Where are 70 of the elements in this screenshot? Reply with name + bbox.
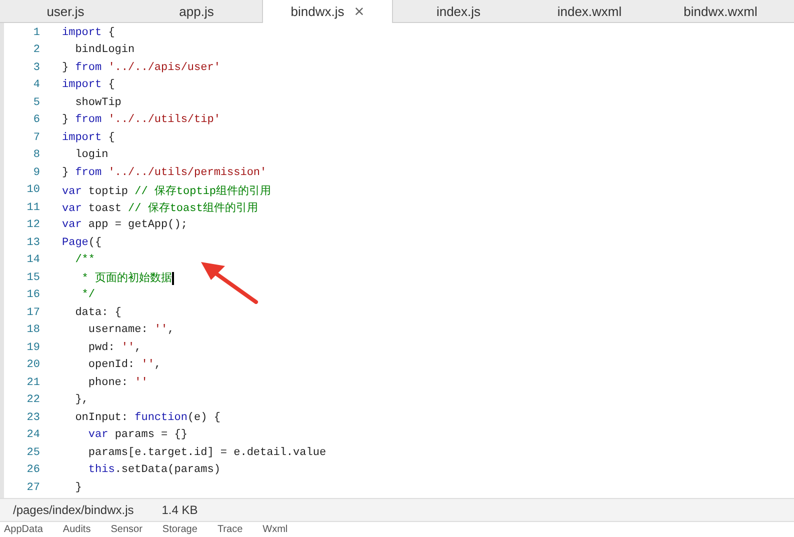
code-line: data: { <box>74 306 122 319</box>
code-line: }, <box>74 394 88 406</box>
panel-tab[interactable]: Trace <box>217 524 243 535</box>
code-line: var toast // 保存toast组件的引用 <box>62 201 258 216</box>
line-number: 16 <box>26 289 40 302</box>
code-line: onInput: function(e) { <box>74 412 220 424</box>
close-icon[interactable]: × <box>354 3 364 20</box>
line-number: 7 <box>32 132 40 144</box>
code-line: */ <box>80 289 96 302</box>
line-number: 24 <box>26 429 40 442</box>
code-line: } from '../../utils/permission' <box>62 166 267 179</box>
panel-tab[interactable]: AppData <box>4 524 43 535</box>
text-cursor <box>172 272 174 285</box>
line-number: 27 <box>26 482 40 494</box>
code-line: } from '../../apis/user' <box>62 62 220 74</box>
file-size: 1.4 KB <box>162 503 198 517</box>
line-number: 12 <box>26 219 40 232</box>
line-number: 15 <box>26 272 40 284</box>
code-line: username: '', <box>87 324 174 336</box>
line-number: 20 <box>26 359 40 372</box>
code-line: var toptip // 保存toptip组件的引用 <box>62 184 272 198</box>
code-line: import { <box>62 79 115 92</box>
panel-tab[interactable]: Wxml <box>262 524 288 535</box>
line-number: 19 <box>26 342 40 354</box>
code-line: import { <box>62 132 115 144</box>
code-line: params[e.target.id] = e.detail.value <box>87 446 326 459</box>
line-number: 8 <box>32 149 40 162</box>
line-number: 17 <box>26 306 40 319</box>
file-tab[interactable]: bindwx.js × <box>262 0 393 23</box>
line-number: 1 <box>32 26 40 39</box>
code-line: phone: '' <box>87 376 148 389</box>
code-line: /** <box>74 254 96 266</box>
panel-tab[interactable]: Storage <box>162 524 198 535</box>
code-line: Page({ <box>62 236 102 249</box>
code-line: } from '../../utils/tip' <box>62 114 220 126</box>
file-tab[interactable]: index.js <box>393 0 524 22</box>
line-number: 5 <box>32 96 40 109</box>
file-tab[interactable]: bindwx.wxml <box>655 0 786 22</box>
code-line: import { <box>62 26 115 39</box>
file-tab[interactable]: user.js <box>0 0 131 22</box>
line-number: 18 <box>26 324 40 336</box>
line-number: 10 <box>26 184 40 196</box>
line-number: 9 <box>32 166 40 179</box>
code-line: var params = {} <box>87 429 188 442</box>
code-line: this.setData(params) <box>87 464 220 476</box>
code-line: * 页面的初始数据 <box>80 270 174 286</box>
line-number: 11 <box>26 202 40 214</box>
code-line: showTip <box>74 96 122 109</box>
line-number: 22 <box>26 394 40 406</box>
file-tab[interactable]: app.js <box>131 0 262 22</box>
panel-tab[interactable]: Audits <box>62 524 91 535</box>
line-number: 14 <box>26 254 40 266</box>
line-number: 25 <box>26 446 40 459</box>
file-tab[interactable]: index.wxml <box>524 0 655 22</box>
line-number: 13 <box>26 236 40 249</box>
code-line: openId: '', <box>87 359 162 372</box>
file-path: /pages/index/bindwx.js <box>13 503 134 517</box>
line-number: 23 <box>26 412 40 424</box>
line-number: 4 <box>32 79 40 92</box>
line-number: 6 <box>32 114 40 126</box>
line-number: 26 <box>26 464 40 476</box>
line-number: 21 <box>26 376 40 389</box>
code-line: pwd: '', <box>87 342 142 354</box>
line-number: 2 <box>32 44 40 56</box>
code-line: } <box>74 482 82 494</box>
panel-tab[interactable]: Sensor <box>110 524 142 535</box>
line-number: 3 <box>32 62 40 74</box>
code-line: var app = getApp(); <box>62 219 188 232</box>
code-line: bindLogin <box>74 44 135 56</box>
code-line: login <box>74 149 108 162</box>
